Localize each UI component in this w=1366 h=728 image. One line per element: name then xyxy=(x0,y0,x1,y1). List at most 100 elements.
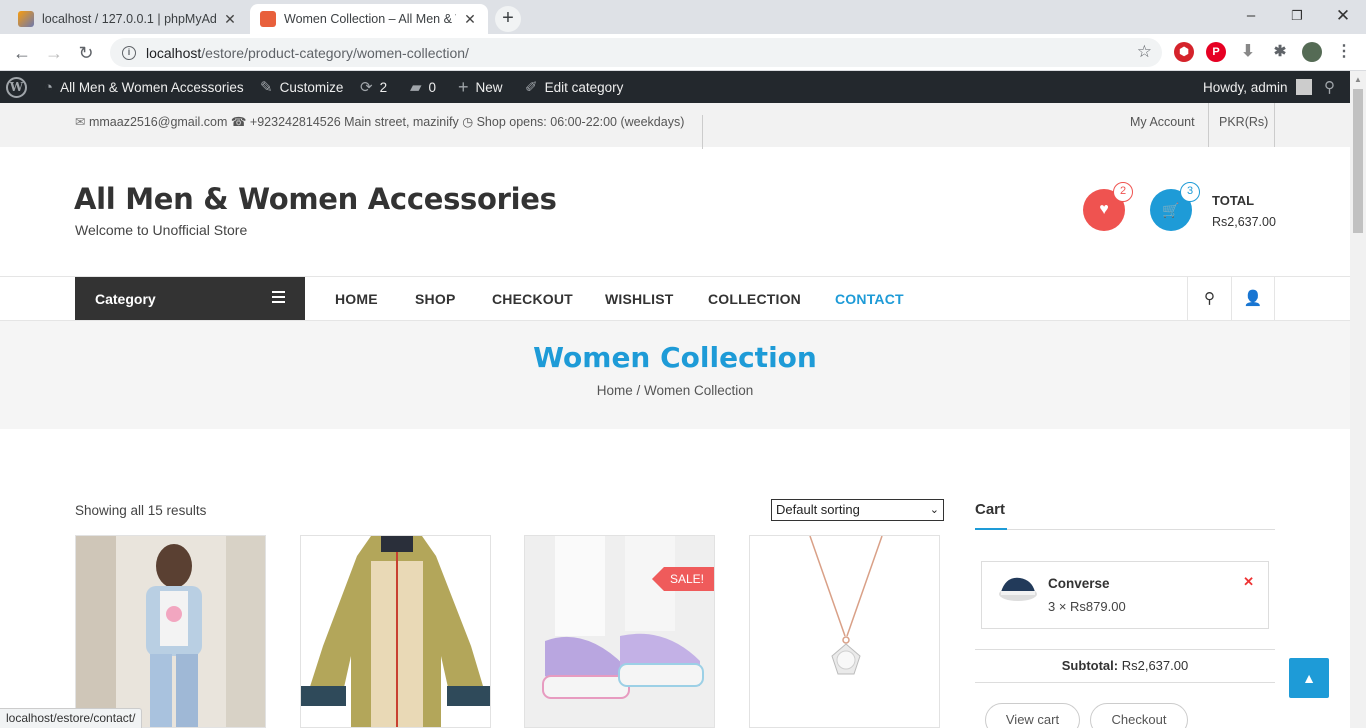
product-card[interactable] xyxy=(300,535,491,728)
product-card[interactable] xyxy=(75,535,266,728)
page-scrollbar[interactable]: ▲ xyxy=(1350,71,1366,728)
product-card[interactable] xyxy=(749,535,940,728)
cart-item-name[interactable]: Converse xyxy=(1048,576,1110,591)
sort-selected-value: Default sorting xyxy=(776,502,860,517)
admin-site-name[interactable]: ◔ All Men & Women Accessories xyxy=(44,71,244,103)
sale-badge: SALE! xyxy=(651,567,714,591)
nav-home[interactable]: HOME xyxy=(335,291,378,307)
nav-checkout[interactable]: CHECKOUT xyxy=(492,291,573,307)
cart-count-badge: 3 xyxy=(1180,182,1200,202)
product-image xyxy=(301,536,490,727)
nav-collection[interactable]: COLLECTION xyxy=(708,291,801,307)
address-bar[interactable]: i localhost/estore/product-category/wome… xyxy=(110,38,1162,67)
comment-icon: ▰ xyxy=(410,79,422,96)
heart-icon: ♥ xyxy=(1099,201,1109,218)
scrollbar-thumb[interactable] xyxy=(1353,89,1363,233)
adblock-extension-icon[interactable]: ⬢ xyxy=(1174,42,1194,62)
pencil-icon: ✐ xyxy=(525,79,538,96)
cart-item: Converse 3 × Rs879.00 ✕ xyxy=(981,561,1269,629)
wordpress-logo-icon[interactable]: W xyxy=(6,71,27,103)
new-tab-button[interactable]: + xyxy=(495,6,521,32)
extensions-puzzle-icon[interactable]: ✱ xyxy=(1270,42,1290,62)
breadcrumb[interactable]: Home / Women Collection xyxy=(0,383,1350,398)
restore-icon[interactable]: ❐ xyxy=(1274,4,1320,28)
close-tab-icon[interactable]: ✕ xyxy=(462,11,478,28)
close-tab-icon[interactable]: ✕ xyxy=(222,11,238,28)
new-label: New xyxy=(475,79,503,95)
category-label: Category xyxy=(95,290,156,307)
tab-women-collection[interactable]: Women Collection – All Men & Women Acces… xyxy=(250,4,488,34)
back-arrow-icon[interactable]: ← xyxy=(8,39,36,67)
profile-avatar[interactable] xyxy=(1302,42,1322,62)
close-window-icon[interactable]: ✕ xyxy=(1320,4,1366,28)
site-tagline: Welcome to Unofficial Store xyxy=(75,222,248,238)
sort-select[interactable]: Default sorting ⌄ xyxy=(771,499,944,521)
cart-total-label: TOTAL xyxy=(1212,193,1255,208)
wishlist-count-badge: 2 xyxy=(1113,182,1133,202)
cart-subtotal: Subtotal: Rs2,637.00 xyxy=(975,649,1275,683)
browser-tab-strip: localhost / 127.0.0.1 | phpMyAdmin ✕ Wom… xyxy=(0,0,1366,34)
my-account-link[interactable]: My Account xyxy=(1130,115,1195,129)
tab-title: Women Collection – All Men & Women Acces… xyxy=(284,12,456,26)
plus-icon: + xyxy=(458,76,469,97)
reload-icon[interactable]: ↻ xyxy=(72,39,100,67)
dashboard-icon: ◔ xyxy=(44,78,54,96)
admin-search-icon[interactable]: ⚲ xyxy=(1324,71,1335,103)
chevron-up-icon: ▲ xyxy=(1302,670,1316,686)
category-menu-button[interactable]: Category xyxy=(75,277,305,320)
site-title[interactable]: All Men & Women Accessories xyxy=(74,182,557,216)
back-to-top-button[interactable]: ▲ xyxy=(1289,658,1329,698)
chrome-menu-icon[interactable]: ⋮ xyxy=(1334,42,1354,62)
currency-switcher[interactable]: PKR(Rs) xyxy=(1219,115,1268,129)
updates-icon: ⟳ xyxy=(360,79,373,96)
brush-icon: ✎ xyxy=(260,79,273,96)
cart-widget-title: Cart xyxy=(975,501,1006,518)
minimize-icon[interactable]: – xyxy=(1228,4,1274,28)
pinterest-extension-icon[interactable]: P xyxy=(1206,42,1226,62)
product-image xyxy=(76,536,265,727)
store-top-bar: ✉ mmaaz2516@gmail.com ☎ +923242814526 Ma… xyxy=(0,103,1350,149)
admin-customize[interactable]: ✎ Customize xyxy=(260,71,343,103)
subtotal-label: Subtotal: xyxy=(1061,658,1119,673)
contact-info-text: mmaaz2516@gmail.com ☎ +923242814526 Main… xyxy=(88,115,685,129)
nav-wishlist[interactable]: WISHLIST xyxy=(605,291,673,307)
product-card[interactable]: SALE! xyxy=(524,535,715,728)
site-info-icon[interactable]: i xyxy=(122,45,136,60)
tab-phpmyadmin[interactable]: localhost / 127.0.0.1 | phpMyAdmin ✕ xyxy=(8,4,248,34)
nav-contact[interactable]: CONTACT xyxy=(835,291,904,307)
phpmyadmin-favicon-icon xyxy=(18,11,34,27)
cart-total-value: Rs2,637.00 xyxy=(1212,215,1276,229)
user-icon[interactable]: 👤 xyxy=(1231,277,1275,320)
admin-avatar xyxy=(1295,79,1312,95)
search-icon[interactable]: ⚲ xyxy=(1187,277,1231,320)
subtotal-value: Rs2,637.00 xyxy=(1121,658,1189,673)
customize-label: Customize xyxy=(279,79,344,95)
cart-item-quantity: 3 × Rs879.00 xyxy=(1048,599,1126,614)
admin-site-name-label: All Men & Women Accessories xyxy=(60,79,244,95)
status-bar-url: localhost/estore/contact/ xyxy=(0,708,143,728)
envelope-icon: ✉ xyxy=(75,115,86,129)
browser-toolbar: ← → ↻ i localhost/estore/product-categor… xyxy=(0,34,1366,71)
scroll-up-arrow-icon[interactable]: ▲ xyxy=(1354,75,1362,84)
admin-updates[interactable]: ⟳ 2 xyxy=(360,71,387,103)
chevron-down-icon: ⌄ xyxy=(929,504,939,516)
forward-arrow-icon[interactable]: → xyxy=(40,39,68,67)
divider xyxy=(975,529,1275,530)
checkout-button[interactable]: Checkout xyxy=(1090,703,1188,728)
product-image xyxy=(525,536,714,727)
divider xyxy=(1208,103,1209,147)
updates-count: 2 xyxy=(379,79,388,95)
divider xyxy=(702,115,703,149)
bookmark-star-icon[interactable]: ☆ xyxy=(1137,42,1152,62)
url-path: /estore/product-category/women-collectio… xyxy=(201,44,469,61)
nav-shop[interactable]: SHOP xyxy=(415,291,455,307)
admin-new[interactable]: + New xyxy=(458,71,503,103)
download-extension-icon[interactable]: ⬇ xyxy=(1238,42,1258,62)
remove-item-icon[interactable]: ✕ xyxy=(1243,574,1254,590)
admin-howdy[interactable]: Howdy, admin xyxy=(1203,71,1312,103)
admin-edit-category[interactable]: ✐ Edit category xyxy=(525,71,623,103)
view-cart-button[interactable]: View cart xyxy=(985,703,1080,728)
divider xyxy=(1274,103,1275,147)
converse-thumbnail[interactable] xyxy=(998,572,1038,602)
admin-comments[interactable]: ▰ 0 xyxy=(410,71,436,103)
